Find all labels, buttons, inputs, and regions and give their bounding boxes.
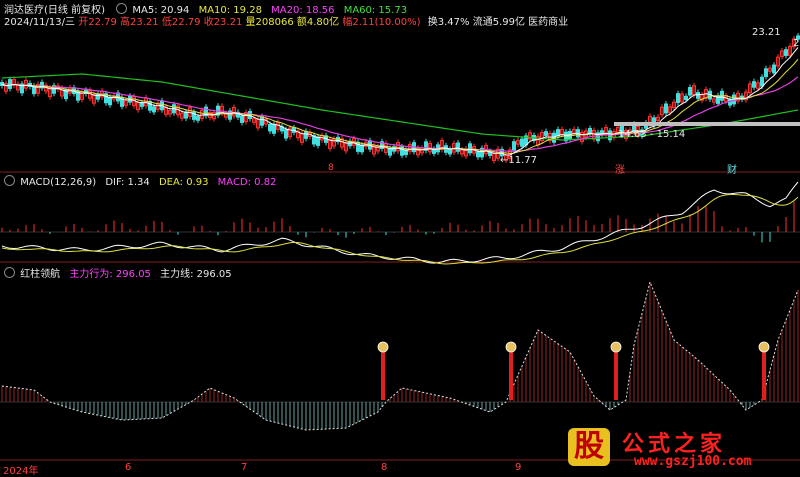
candle-body bbox=[140, 102, 144, 107]
chart-canvas[interactable] bbox=[0, 0, 800, 476]
candle-body bbox=[152, 106, 156, 113]
candle-body bbox=[512, 141, 516, 151]
watermark-url: www.gszj100.com bbox=[634, 454, 752, 469]
candle-body bbox=[688, 87, 692, 96]
candle-body bbox=[404, 149, 408, 156]
candle-body bbox=[316, 136, 320, 146]
range-label: 14.63 - 15.14 bbox=[618, 129, 686, 140]
macd-settings-icon[interactable] bbox=[4, 175, 15, 186]
time-label-7: 7 bbox=[241, 462, 248, 473]
low-price-label: ←11.77 bbox=[500, 155, 538, 166]
event-marker-rise[interactable]: 涨 bbox=[615, 161, 625, 176]
macd-title: MACD(12,26,9) bbox=[20, 177, 97, 188]
time-label-9: 9 bbox=[515, 462, 522, 473]
candle-body bbox=[784, 49, 788, 56]
candle-body bbox=[360, 144, 364, 153]
stock-glyph-logo: 股 bbox=[568, 428, 610, 466]
macd-histogram bbox=[1, 201, 795, 243]
candle-body bbox=[676, 93, 680, 103]
signal-column bbox=[762, 352, 766, 400]
dif-value: DIF: 1.34 bbox=[105, 177, 150, 188]
candle-body bbox=[520, 138, 524, 147]
gray-range-band bbox=[614, 122, 800, 126]
candle-body bbox=[8, 79, 12, 89]
watermark-logo: 股 公式之家 www.gszj100.com bbox=[560, 424, 800, 476]
high-price-label: 23.21 bbox=[752, 27, 781, 38]
candle-body bbox=[108, 96, 112, 106]
candle-body bbox=[284, 129, 288, 139]
time-label-year: 2024年 bbox=[3, 466, 39, 477]
main-force-line-value: 主力线: 296.05 bbox=[160, 269, 232, 280]
candle-body bbox=[304, 130, 308, 139]
candle-body bbox=[268, 123, 272, 132]
candle-body bbox=[684, 95, 688, 101]
candle-body bbox=[728, 99, 732, 106]
candle-body bbox=[456, 142, 460, 152]
candle-body bbox=[544, 131, 548, 136]
dea-value: DEA: 0.93 bbox=[158, 177, 209, 188]
candle-body bbox=[272, 123, 276, 134]
candle-body bbox=[696, 92, 700, 99]
money-bag-icon[interactable] bbox=[377, 341, 389, 353]
candle-body bbox=[96, 93, 100, 100]
candle-body bbox=[752, 81, 756, 88]
main-force-line bbox=[1, 280, 799, 431]
candle-body bbox=[448, 148, 452, 155]
candle-body bbox=[468, 143, 472, 154]
dif-line bbox=[1, 181, 799, 264]
dea-line bbox=[1, 194, 799, 265]
macd-header: MACD(12,26,9) DIF: 1.34 DEA: 0.93 MACD: … bbox=[4, 175, 276, 188]
candle-body bbox=[148, 100, 152, 111]
candle-body bbox=[476, 151, 480, 158]
candle-body bbox=[764, 68, 768, 77]
candle-body bbox=[772, 64, 776, 74]
indicator-title: 红柱领航 bbox=[20, 269, 61, 280]
signal-column bbox=[509, 352, 513, 400]
indicator-settings-icon[interactable] bbox=[4, 267, 15, 278]
indicator-header: 红柱领航 主力行为: 296.05 主力线: 296.05 bbox=[4, 265, 232, 280]
edge-price-label: 22 bbox=[793, 38, 800, 49]
main-force-behavior: 主力行为: 296.05 bbox=[69, 269, 151, 280]
candle-body bbox=[664, 103, 668, 114]
candle-body bbox=[388, 147, 392, 156]
money-bag-icon[interactable] bbox=[758, 341, 770, 353]
money-bag-icon[interactable] bbox=[505, 341, 517, 353]
macd-value: MACD: 0.82 bbox=[217, 177, 277, 188]
event-marker-finance[interactable]: 财 bbox=[727, 161, 737, 176]
signal-column bbox=[381, 352, 385, 400]
indicator-histogram bbox=[1, 282, 799, 430]
time-label-6: 6 bbox=[125, 462, 132, 473]
candle-body bbox=[760, 76, 764, 87]
event-marker-8[interactable]: 8 bbox=[328, 163, 334, 173]
time-label-8: 8 bbox=[381, 462, 388, 473]
signal-column bbox=[614, 352, 618, 400]
candle-body bbox=[196, 116, 200, 121]
money-bag-icon[interactable] bbox=[610, 341, 622, 353]
candle-body bbox=[240, 115, 244, 123]
